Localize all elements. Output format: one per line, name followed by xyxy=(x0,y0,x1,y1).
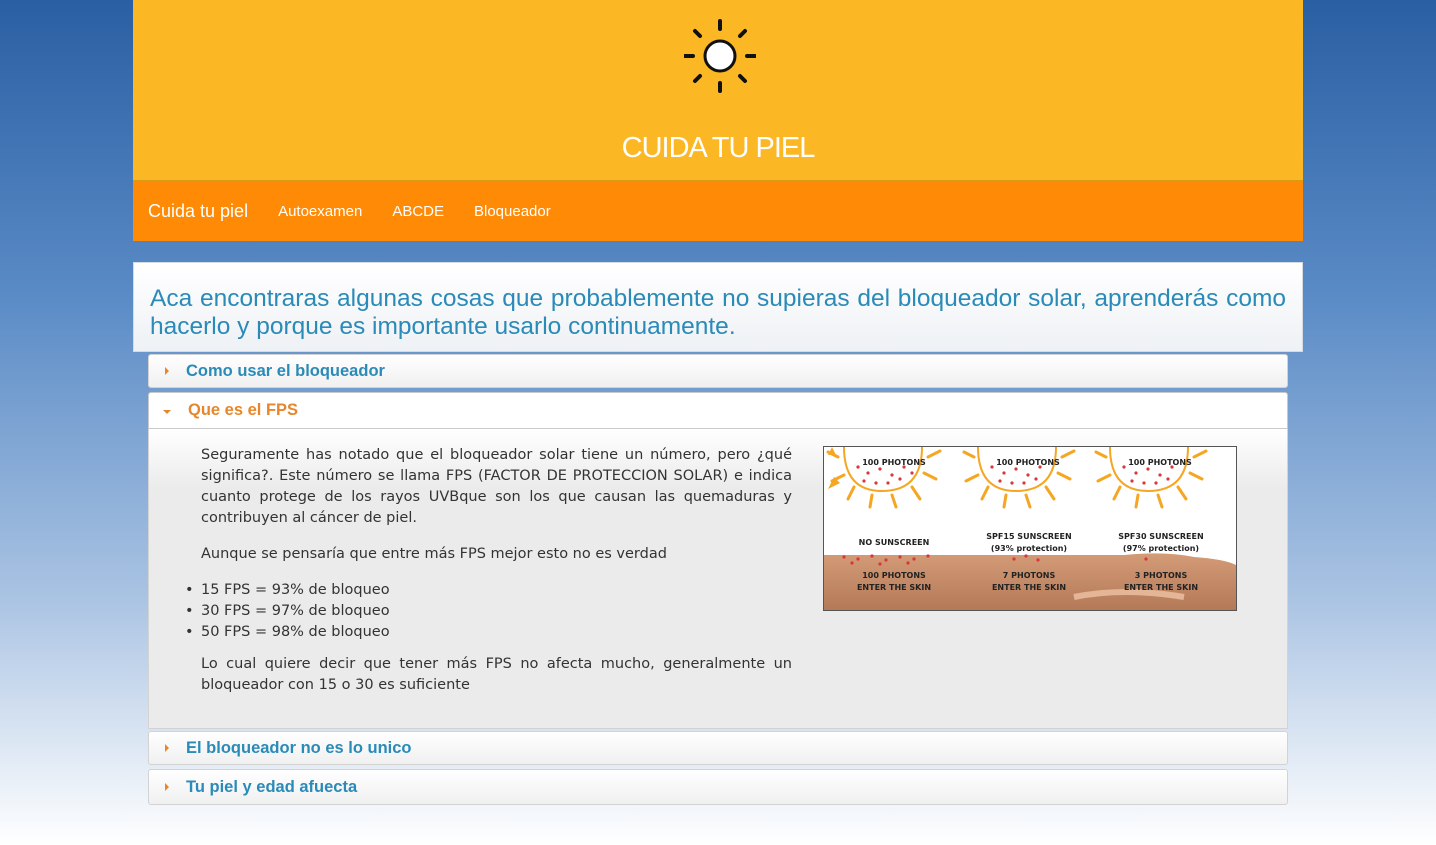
nav-link-autoexamen[interactable]: Autoexamen xyxy=(278,203,362,220)
accordion-header-como-usar[interactable]: Como usar el bloqueador xyxy=(148,354,1288,388)
expanded-arrow-icon xyxy=(163,409,171,414)
fps-paragraph-1: Seguramente has notado que el bloqueador… xyxy=(201,447,792,526)
fps-paragraph-3: Lo cual quiere decir que tener más FPS n… xyxy=(201,656,792,693)
main-navbar: Cuida tu piel Autoexamen ABCDE Bloqueado… xyxy=(133,181,1303,241)
intro-text: Aca encontraras algunas cosas que probab… xyxy=(150,285,1286,340)
accordion-header-no-es-lo-unico[interactable]: El bloqueador no es lo unico xyxy=(148,731,1288,765)
site-header: CUIDA TU PIEL xyxy=(133,0,1303,181)
figure-top-label: 100 PHOTONS xyxy=(862,458,926,467)
figure-panel-sublabel: (97% protection) xyxy=(1122,544,1200,553)
accordion-label: El bloqueador no es lo unico xyxy=(186,738,412,757)
nav-link-bloqueador[interactable]: Bloqueador xyxy=(474,203,551,220)
figure-bottom-label: 7 PHOTONS xyxy=(1002,571,1056,580)
accordion-panel-fps: Seguramente has notado que el bloqueador… xyxy=(148,429,1288,729)
list-item: 50 FPS = 98% de bloqueo xyxy=(185,622,792,643)
collapsed-arrow-icon xyxy=(165,783,169,791)
list-item: 30 FPS = 97% de bloqueo xyxy=(185,601,792,622)
figure-bottom-label: 3 PHOTONS xyxy=(1134,571,1188,580)
figure-bottom-label: ENTER THE SKIN xyxy=(856,583,932,592)
page-container: CUIDA TU PIEL Cuida tu piel Autoexamen A… xyxy=(133,0,1303,805)
fps-text: Seguramente has notado que el bloqueador… xyxy=(185,445,792,711)
accordion-label: Que es el FPS xyxy=(188,401,299,419)
accordion-label: Tu piel y edad afuecta xyxy=(186,777,358,796)
nav-link-abcde[interactable]: ABCDE xyxy=(392,203,444,220)
figure-panel-label: SPF15 SUNSCREEN xyxy=(986,532,1072,541)
figure-panel-label: NO SUNSCREEN xyxy=(858,538,930,547)
accordion-label: Como usar el bloqueador xyxy=(186,361,385,380)
site-title: CUIDA TU PIEL xyxy=(621,132,816,164)
fps-list: 15 FPS = 93% de bloqueo 30 FPS = 97% de … xyxy=(185,580,792,643)
navbar-brand[interactable]: Cuida tu piel xyxy=(148,201,248,222)
figure-bottom-label: ENTER THE SKIN xyxy=(1123,583,1199,592)
figure-bottom-label: 100 PHOTONS xyxy=(862,571,926,580)
intro-panel: Aca encontraras algunas cosas que probab… xyxy=(133,262,1303,352)
list-item: 15 FPS = 93% de bloqueo xyxy=(185,580,792,601)
figure-bottom-label: ENTER THE SKIN xyxy=(991,583,1067,592)
figure-panel-label: SPF30 SUNSCREEN xyxy=(1118,532,1204,541)
figure-top-label: 100 PHOTONS xyxy=(1128,458,1192,467)
fps-paragraph-2: Aunque se pensaría que entre más FPS mej… xyxy=(201,546,667,562)
collapsed-arrow-icon xyxy=(165,744,169,752)
figure-top-label: 100 PHOTONS xyxy=(996,458,1060,467)
accordion-header-tu-piel-edad[interactable]: Tu piel y edad afuecta xyxy=(148,769,1288,805)
collapsed-arrow-icon xyxy=(165,367,169,375)
sunscreen-photons-figure: 100 PHOTONS 100 PHOTONS 100 PHOTONS NO S… xyxy=(823,446,1237,611)
accordion-header-que-es-fps[interactable]: Que es el FPS xyxy=(148,392,1288,429)
figure-panel-sublabel: (93% protection) xyxy=(990,544,1068,553)
sun-icon xyxy=(684,19,756,93)
